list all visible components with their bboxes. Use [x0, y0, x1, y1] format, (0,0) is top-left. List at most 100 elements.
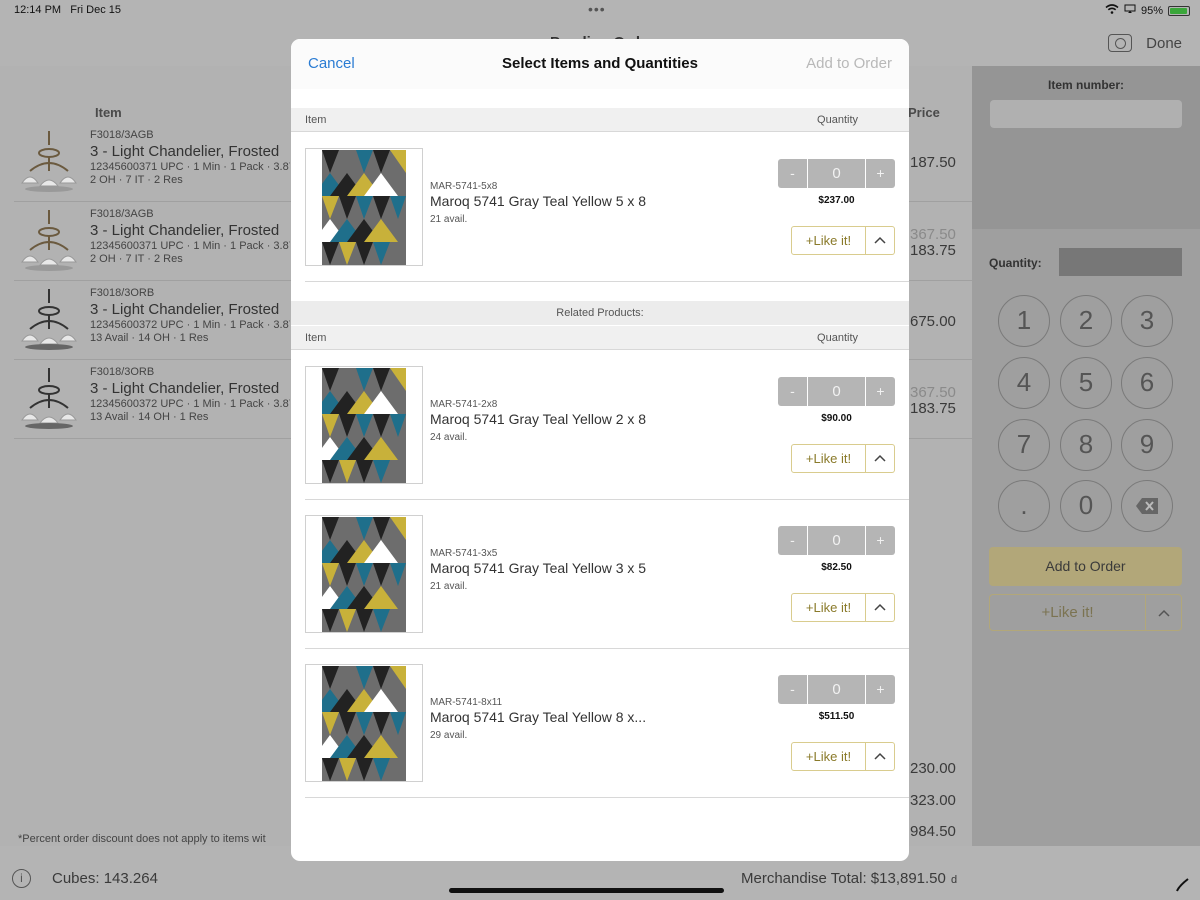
- keypad-key-decimal[interactable]: .: [998, 480, 1050, 532]
- chandelier-thumbnail: [20, 368, 78, 430]
- column-header-item: Item: [95, 105, 122, 120]
- status-time: 12:14 PM Fri Dec 15: [14, 4, 122, 16]
- like-button[interactable]: +Like it!: [791, 742, 866, 771]
- camera-icon[interactable]: [1108, 34, 1132, 52]
- product-table-header: Item Quantity: [291, 108, 909, 132]
- product-row-main: MAR-5741-5x8 Maroq 5741 Gray Teal Yellow…: [305, 133, 909, 282]
- chevron-up-icon: [874, 752, 886, 760]
- add-to-order-button[interactable]: Add to Order: [806, 55, 892, 72]
- product-price: $90.00: [821, 413, 852, 424]
- keypad-add-to-order-button[interactable]: Add to Order: [989, 547, 1182, 586]
- chandelier-thumbnail: [20, 289, 78, 351]
- product-name: Maroq 5741 Gray Teal Yellow 2 x 8: [430, 411, 647, 427]
- increment-button[interactable]: +: [866, 675, 895, 704]
- quantity-input[interactable]: [1059, 248, 1182, 276]
- keypad-key-1[interactable]: 1: [998, 295, 1050, 347]
- row-price: 187.50: [910, 154, 956, 171]
- keypad-key-7[interactable]: 7: [998, 419, 1050, 471]
- quantity-stepper: - 0 +: [778, 526, 895, 555]
- chandelier-thumbnail: [20, 131, 78, 193]
- quantity-value[interactable]: 0: [808, 159, 865, 188]
- product-availability: 21 avail.: [430, 214, 468, 225]
- increment-button[interactable]: +: [866, 159, 895, 188]
- increment-button[interactable]: +: [866, 526, 895, 555]
- like-expand-button[interactable]: [866, 593, 895, 622]
- increment-button[interactable]: +: [866, 377, 895, 406]
- keypad-delete-button[interactable]: [1121, 480, 1173, 532]
- row-sku: F3018/3AGB: [90, 208, 154, 220]
- cancel-button[interactable]: Cancel: [308, 55, 355, 72]
- chevron-up-icon: [1157, 609, 1170, 617]
- merchandise-total-suffix: d: [951, 874, 958, 886]
- like-button[interactable]: +Like it!: [791, 593, 866, 622]
- row-price: 675.00: [910, 313, 956, 330]
- row-price: 183.75: [910, 400, 956, 417]
- decrement-button[interactable]: -: [778, 159, 807, 188]
- bottom-bar: i Cubes: 143.264 Merchandise Total: $13,…: [0, 860, 1200, 900]
- row-stock: 2 OH · 7 IT · 2 Res: [90, 253, 183, 265]
- item-number-label: Item number:: [1047, 78, 1124, 92]
- column-header-item: Item: [305, 114, 327, 126]
- rug-thumbnail: [305, 515, 423, 633]
- keypad-key-9[interactable]: 9: [1121, 419, 1173, 471]
- item-number-input[interactable]: [990, 100, 1182, 128]
- row-price-original: 367.50: [910, 384, 956, 401]
- quantity-value[interactable]: 0: [808, 526, 865, 555]
- summary-value: 230.00: [910, 760, 956, 777]
- keypad-like-expand-button[interactable]: [1145, 594, 1182, 631]
- column-header-price: Price: [908, 105, 940, 120]
- summary-value: 323.00: [910, 792, 956, 809]
- related-product-row: MAR-5741-8x11 Maroq 5741 Gray Teal Yello…: [305, 649, 909, 798]
- rug-thumbnail: [305, 148, 423, 266]
- keypad-key-2[interactable]: 2: [1060, 295, 1112, 347]
- related-product-row: MAR-5741-3x5 Maroq 5741 Gray Teal Yellow…: [305, 500, 909, 649]
- delete-backspace-icon: [1136, 498, 1158, 514]
- like-expand-button[interactable]: [866, 444, 895, 473]
- multitask-dots-icon[interactable]: •••: [588, 1, 606, 17]
- like-button[interactable]: +Like it!: [791, 226, 866, 255]
- product-sku: MAR-5741-5x8: [430, 181, 498, 192]
- keypad-key-3[interactable]: 3: [1121, 295, 1173, 347]
- chevron-up-icon: [874, 236, 886, 244]
- keypad-key-0[interactable]: 0: [1060, 480, 1112, 532]
- quantity-label: Quantity:: [989, 256, 1042, 270]
- product-sku: MAR-5741-3x5: [430, 548, 498, 559]
- wifi-icon: [1105, 4, 1119, 17]
- row-sku: F3018/3ORB: [90, 366, 155, 378]
- keypad-like-button[interactable]: +Like it!: [989, 594, 1145, 631]
- keypad-key-8[interactable]: 8: [1060, 419, 1112, 471]
- product-price: $82.50: [821, 562, 852, 573]
- decrement-button[interactable]: -: [778, 526, 807, 555]
- modal-header: Select Items and Quantities Cancel Add t…: [291, 39, 909, 89]
- keypad-key-4[interactable]: 4: [998, 357, 1050, 409]
- done-button[interactable]: Done: [1146, 35, 1182, 52]
- keypad-key-5[interactable]: 5: [1060, 357, 1112, 409]
- like-expand-button[interactable]: [866, 226, 895, 255]
- column-header-quantity: Quantity: [817, 114, 858, 126]
- like-button[interactable]: +Like it!: [791, 444, 866, 473]
- screen-mirror-icon: [1124, 4, 1136, 17]
- discount-footnote: *Percent order discount does not apply t…: [18, 833, 266, 845]
- merchandise-total: Merchandise Total: $13,891.50: [741, 870, 946, 887]
- related-product-row: MAR-5741-2x8 Maroq 5741 Gray Teal Yellow…: [305, 351, 909, 500]
- product-name: Maroq 5741 Gray Teal Yellow 5 x 8: [430, 193, 647, 209]
- product-sku: MAR-5741-8x11: [430, 697, 503, 708]
- home-indicator[interactable]: [449, 888, 724, 893]
- keypad-key-6[interactable]: 6: [1121, 357, 1173, 409]
- decrement-button[interactable]: -: [778, 377, 807, 406]
- product-availability: 24 avail.: [430, 432, 468, 443]
- row-price: 183.75: [910, 242, 956, 259]
- quantity-value[interactable]: 0: [808, 377, 865, 406]
- quantity-value[interactable]: 0: [808, 675, 865, 704]
- decrement-button[interactable]: -: [778, 675, 807, 704]
- pencil-icon: [1176, 878, 1190, 897]
- row-meta: 12345600372 UPC · 1 Min · 1 Pack · 3.87 …: [90, 319, 290, 331]
- row-name: 3 - Light Chandelier, Frosted: [90, 380, 280, 397]
- info-icon[interactable]: i: [12, 869, 31, 888]
- product-name: Maroq 5741 Gray Teal Yellow 3 x 5: [430, 560, 647, 576]
- product-availability: 21 avail.: [430, 581, 468, 592]
- column-header-quantity: Quantity: [817, 332, 858, 344]
- row-sku: F3018/3AGB: [90, 129, 154, 141]
- like-expand-button[interactable]: [866, 742, 895, 771]
- rug-thumbnail: [305, 366, 423, 484]
